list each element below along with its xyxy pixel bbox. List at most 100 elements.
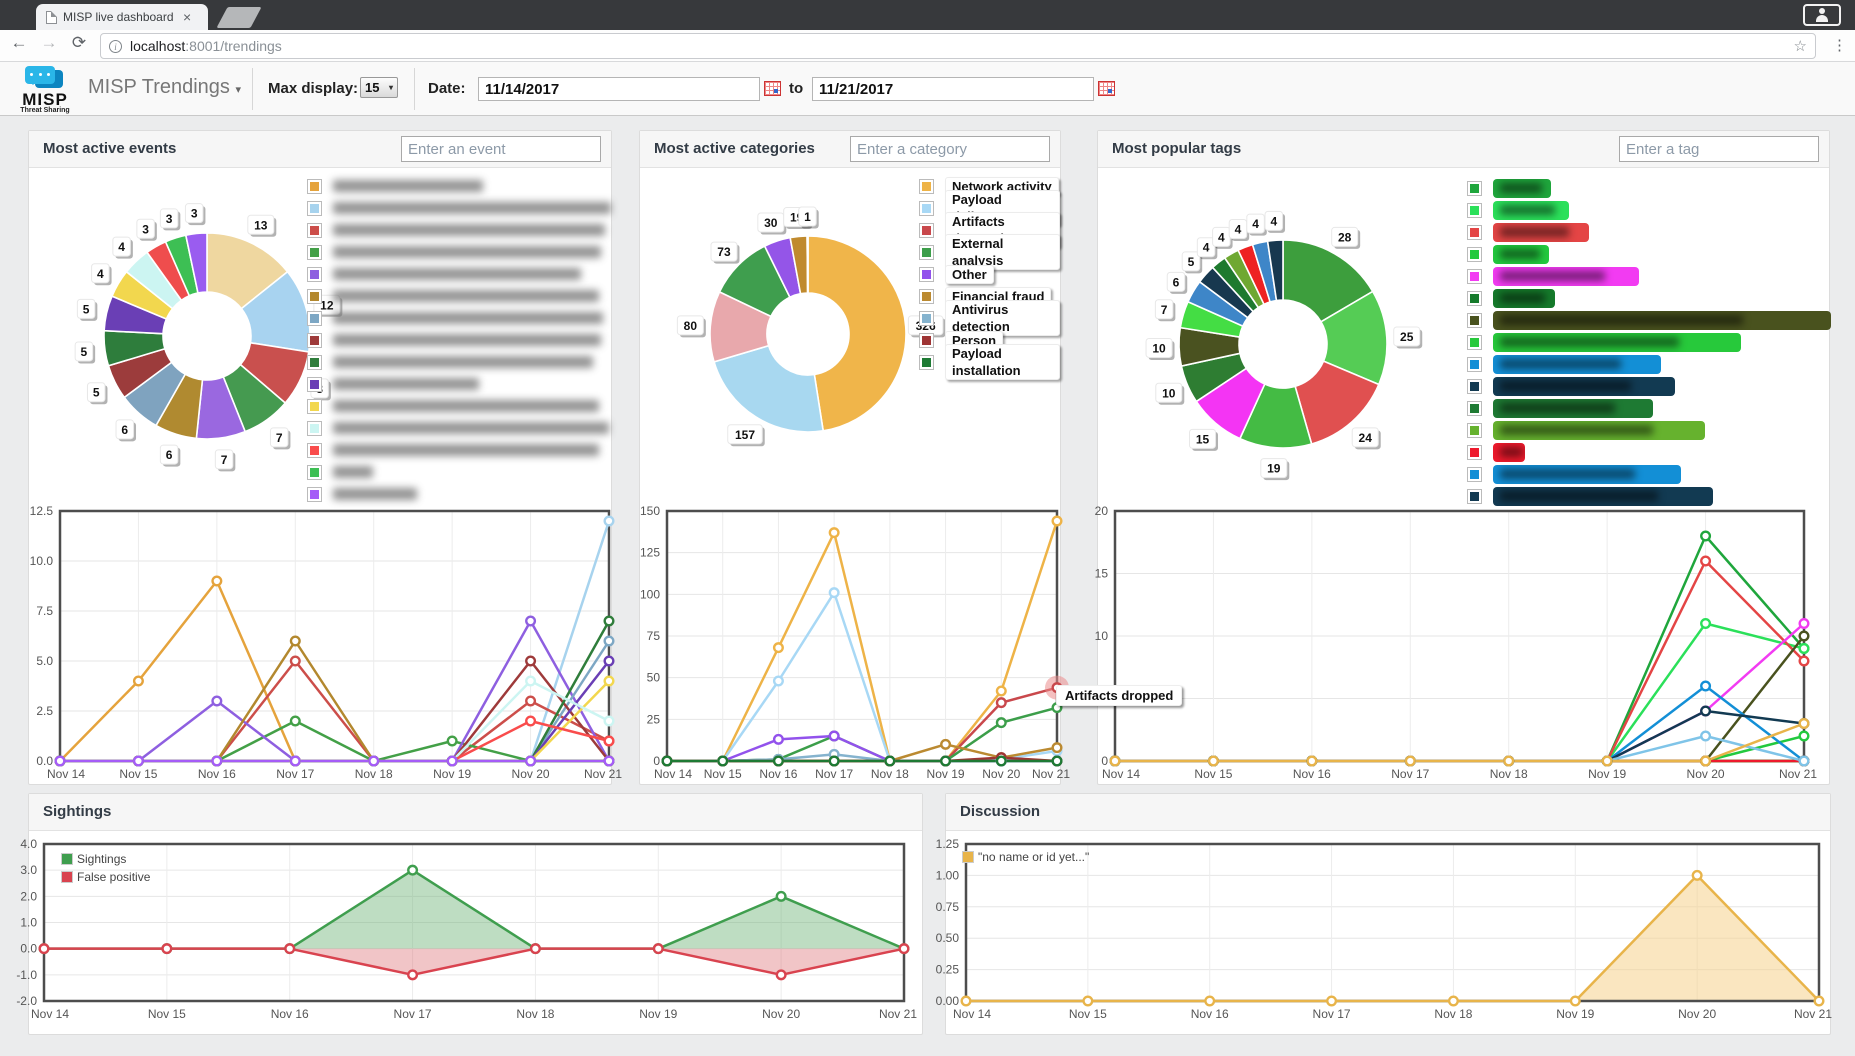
- legend-item: [307, 285, 611, 307]
- legend-color-swatch: [919, 333, 934, 348]
- legend-item: [307, 241, 611, 263]
- categories-line-chart: 0255075100125150Nov 14Nov 15Nov 16Nov 17…: [640, 503, 1062, 788]
- browser-menu-icon[interactable]: ⋮: [1832, 36, 1847, 54]
- redacted-tag-pill: [1493, 399, 1653, 418]
- discussion-legend: "no name or id yet...": [962, 848, 1089, 866]
- legend-color-swatch: [1467, 313, 1482, 328]
- redacted-tag-pill: [1493, 421, 1705, 440]
- svg-text:12.5: 12.5: [30, 504, 54, 518]
- svg-text:1: 1: [804, 210, 811, 224]
- back-button[interactable]: ←: [6, 33, 32, 53]
- svg-text:Nov 14: Nov 14: [654, 767, 692, 781]
- app-title-dropdown[interactable]: MISP Trendings ▾: [88, 76, 241, 99]
- max-display-select[interactable]: 15 ▾: [360, 77, 398, 98]
- svg-text:5: 5: [1188, 255, 1195, 269]
- profile-button[interactable]: [1803, 4, 1841, 26]
- calendar-icon[interactable]: [764, 81, 781, 96]
- svg-text:-1.0: -1.0: [16, 968, 37, 982]
- svg-text:100: 100: [640, 587, 660, 601]
- new-tab-button[interactable]: [216, 7, 261, 28]
- reload-button[interactable]: ⟳: [66, 33, 92, 53]
- page-favicon-icon: [46, 11, 57, 24]
- legend-item: External analysis: [919, 241, 1060, 263]
- legend-item: [1467, 221, 1831, 243]
- browser-tab[interactable]: MISP live dashboard ×: [36, 4, 208, 30]
- svg-text:0.25: 0.25: [936, 963, 960, 977]
- svg-text:Nov 18: Nov 18: [1434, 1007, 1472, 1021]
- svg-text:1.0: 1.0: [20, 916, 37, 930]
- svg-text:4: 4: [1270, 214, 1277, 228]
- svg-text:Nov 18: Nov 18: [516, 1007, 554, 1021]
- redacted-event-label: [333, 400, 599, 412]
- redacted-event-label: [333, 356, 593, 368]
- calendar-icon[interactable]: [1098, 81, 1115, 96]
- browser-tab-bar: MISP live dashboard ×: [0, 0, 1855, 30]
- redacted-tag-pill: [1493, 333, 1741, 352]
- legend-color-swatch: [307, 355, 322, 370]
- svg-text:Nov 18: Nov 18: [355, 767, 393, 781]
- svg-text:Nov 17: Nov 17: [276, 767, 314, 781]
- legend-color-swatch: [1467, 357, 1482, 372]
- legend-color-swatch: [307, 267, 322, 282]
- redacted-event-label: [333, 312, 603, 324]
- forward-button[interactable]: →: [36, 33, 62, 53]
- legend-item: [307, 219, 611, 241]
- date-from-input[interactable]: [478, 77, 760, 101]
- misp-logo[interactable]: MISP Threat Sharing: [12, 66, 78, 114]
- legend-color-swatch: [1467, 423, 1482, 438]
- legend-item: [1467, 177, 1831, 199]
- svg-text:Nov 21: Nov 21: [1794, 1007, 1832, 1021]
- svg-text:4: 4: [118, 240, 125, 254]
- tab-close-icon[interactable]: ×: [183, 9, 191, 25]
- svg-text:4: 4: [97, 267, 104, 281]
- redacted-event-label: [333, 488, 417, 500]
- svg-text:Nov 17: Nov 17: [815, 767, 853, 781]
- legend-color-swatch: [1467, 401, 1482, 416]
- redacted-tag-pill: [1493, 289, 1555, 308]
- svg-text:Nov 21: Nov 21: [584, 767, 622, 781]
- svg-text:73: 73: [717, 245, 731, 259]
- url-bar[interactable]: i localhost :8001/trendings ☆: [100, 33, 1816, 59]
- redacted-tag-pill: [1493, 377, 1675, 396]
- chevron-down-icon: ▾: [236, 84, 242, 96]
- legend-color-swatch: [307, 487, 322, 502]
- svg-text:125: 125: [640, 546, 660, 560]
- svg-text:Nov 20: Nov 20: [982, 767, 1020, 781]
- svg-text:13: 13: [254, 218, 268, 232]
- category-legend-label: Payload installation: [945, 344, 1060, 380]
- legend-item: [307, 263, 611, 285]
- legend-color-swatch: [307, 223, 322, 238]
- legend-color-swatch: [919, 355, 934, 370]
- tag-search-input[interactable]: [1619, 136, 1819, 162]
- legend-color-swatch: [1467, 203, 1482, 218]
- legend-label: "no name or id yet...": [978, 850, 1089, 864]
- svg-text:10.0: 10.0: [30, 554, 54, 568]
- event-search-input[interactable]: [401, 136, 601, 162]
- svg-text:Nov 19: Nov 19: [1556, 1007, 1594, 1021]
- legend-color-swatch: [919, 223, 934, 238]
- bookmark-star-icon[interactable]: ☆: [1794, 37, 1807, 55]
- panel-title: Discussion: [960, 803, 1040, 820]
- svg-text:5: 5: [83, 302, 90, 316]
- sightings-legend: SightingsFalse positive: [61, 850, 150, 886]
- redacted-tag-pill: [1493, 179, 1551, 198]
- panel-most-active-categories: Most active categories 326157807330191 N…: [639, 130, 1061, 785]
- svg-text:10: 10: [1095, 629, 1109, 643]
- svg-text:0: 0: [1101, 754, 1108, 768]
- svg-text:Nov 16: Nov 16: [1191, 1007, 1229, 1021]
- svg-text:1.25: 1.25: [936, 837, 960, 851]
- url-host: localhost: [130, 38, 185, 54]
- date-to-input[interactable]: [812, 77, 1094, 101]
- category-search-input[interactable]: [850, 136, 1050, 162]
- svg-text:15: 15: [1095, 567, 1109, 581]
- chart-tooltip: Artifacts dropped: [1056, 685, 1182, 706]
- svg-text:6: 6: [166, 448, 173, 462]
- page-info-icon[interactable]: i: [109, 40, 122, 53]
- category-legend-label: Other: [945, 265, 994, 284]
- legend-item: [307, 351, 611, 373]
- svg-text:Nov 21: Nov 21: [1032, 767, 1070, 781]
- svg-text:Nov 15: Nov 15: [119, 767, 157, 781]
- redacted-event-label: [333, 202, 611, 214]
- svg-text:Nov 20: Nov 20: [1687, 767, 1725, 781]
- svg-text:Nov 19: Nov 19: [1588, 767, 1626, 781]
